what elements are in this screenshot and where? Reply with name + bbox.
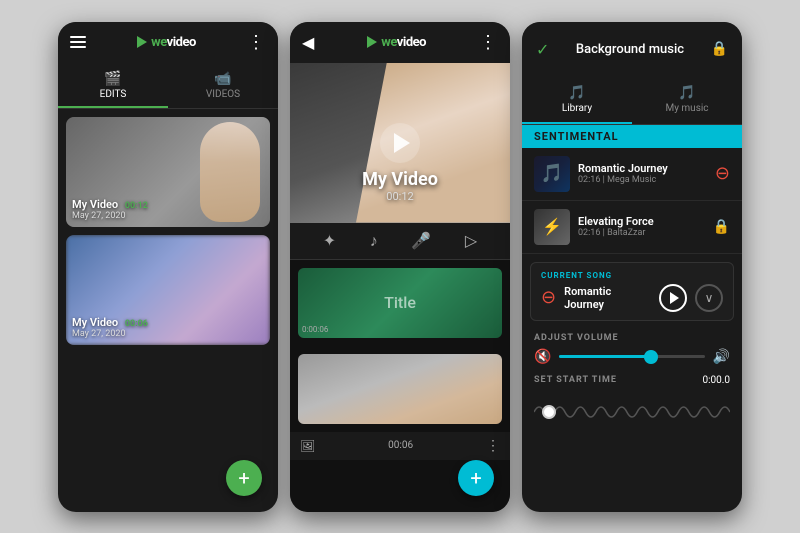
video-duration-2: 00:06 <box>125 319 148 329</box>
start-time-section: SET START TIME 0:00.0 <box>522 371 742 433</box>
video-title-1: My Video <box>72 198 118 211</box>
clip-bottom-bar: 🖼 00:06 ⋮ <box>290 432 510 460</box>
clip-more-icon[interactable]: ⋮ <box>486 438 500 454</box>
more-options-icon[interactable]: ⋮ <box>247 32 266 53</box>
phone1: wevideo ⋮ 🎬 EDITS 📹 VIDEOS My Video <box>58 22 278 512</box>
check-icon[interactable]: ✓ <box>536 40 549 59</box>
tab-edits[interactable]: 🎬 EDITS <box>58 63 168 108</box>
remove-song-1-button[interactable]: ⊖ <box>715 163 730 184</box>
set-start-time-label: SET START TIME <box>534 375 617 385</box>
volume-section: ADJUST VOLUME 🔇 🔊 <box>522 329 742 371</box>
add-fab-button[interactable]: + <box>226 460 262 496</box>
adjust-volume-label: ADJUST VOLUME <box>534 333 730 343</box>
video-info-1: My Video 00:12 May 27, 2020 <box>72 198 148 221</box>
play-triangle-icon <box>394 133 410 153</box>
export-icon[interactable]: ▷ <box>465 231 477 250</box>
mic-icon[interactable]: 🎤 <box>411 231 431 250</box>
play-button[interactable] <box>380 123 420 163</box>
music-info-2: Elevating Force 02:16 | BaltaZzar <box>578 215 705 238</box>
volume-fill <box>559 355 646 358</box>
video-duration-1: 00:12 <box>125 201 148 211</box>
current-song-row: ⊖ Romantic Journey ∨ <box>541 284 723 312</box>
phone3: ✓ Background music 🔒 🎵 Library 🎵 My musi… <box>522 22 742 512</box>
phone2-header: ◀ wevideo ⋮ <box>290 22 510 63</box>
logo-text-2: wevideo <box>381 35 426 50</box>
current-song-name: Romantic Journey <box>564 285 651 311</box>
song-label-2: BaltaZzar <box>607 228 645 238</box>
clip-duration-label: 00:06 <box>388 440 413 451</box>
song-duration-2: 02:16 <box>578 228 600 238</box>
video-main-title: My Video <box>290 169 510 190</box>
toolbar-row: ✦ ♪ 🎤 ▷ <box>290 223 510 260</box>
expand-button[interactable]: ∨ <box>695 284 723 312</box>
volume-low-icon: 🔇 <box>534 349 551 365</box>
volume-slider[interactable] <box>559 355 704 358</box>
remove-current-song-button[interactable]: ⊖ <box>541 287 556 308</box>
start-time-row: SET START TIME 0:00.0 <box>534 375 730 391</box>
song-name-2: Elevating Force <box>578 215 705 228</box>
clip-title-card[interactable]: Title 0:00:06 <box>298 268 502 338</box>
sparkle-icon[interactable]: ✦ <box>323 231 336 250</box>
music-item-2[interactable]: Elevating Force 02:16 | BaltaZzar 🔒 <box>522 201 742 254</box>
library-tab-icon: 🎵 <box>526 85 628 101</box>
lock-icon[interactable]: 🔒 <box>711 41 728 57</box>
music-item-1[interactable]: 🎵 Romantic Journey 02:16 | Mega Music ⊖ <box>522 148 742 201</box>
music-icon[interactable]: ♪ <box>370 231 378 251</box>
library-tab[interactable]: 🎵 Library <box>522 77 632 124</box>
video-preview[interactable]: My Video 00:12 <box>290 63 510 223</box>
video-card-1[interactable]: My Video 00:12 May 27, 2020 <box>66 117 270 227</box>
back-button[interactable]: ◀ <box>302 33 314 52</box>
hamburger-menu[interactable] <box>70 36 86 48</box>
video-date-2: May 27, 2020 <box>72 329 148 339</box>
phone1-header: wevideo ⋮ <box>58 22 278 63</box>
logo-play-icon-2 <box>367 36 377 48</box>
clip-title-text: Title <box>384 293 416 312</box>
wevideo-logo-2: wevideo <box>367 35 426 50</box>
videos-tab-icon: 📹 <box>172 71 274 87</box>
mymusic-tab[interactable]: 🎵 My music <box>632 77 742 124</box>
current-song-bar: CURRENT SONG ⊖ Romantic Journey ∨ <box>530 262 734 321</box>
start-time-value: 0:00.0 <box>702 375 730 391</box>
tab-videos[interactable]: 📹 VIDEOS <box>168 63 278 108</box>
song-label-1: Mega Music <box>607 175 656 185</box>
page-title: Background music <box>562 32 698 67</box>
video-main-duration: 00:12 <box>290 190 510 203</box>
song-name-1: Romantic Journey <box>578 162 707 175</box>
music-tabs: 🎵 Library 🎵 My music <box>522 77 742 125</box>
play-current-button[interactable] <box>659 284 687 312</box>
clip-time-label: 0:00:06 <box>302 325 328 334</box>
volume-thumb[interactable] <box>644 350 658 364</box>
waveform[interactable] <box>534 397 730 427</box>
current-song-label: CURRENT SONG <box>541 271 723 280</box>
logo-play-icon <box>137 36 147 48</box>
waveform-svg <box>534 397 730 427</box>
video-info-2: My Video 00:06 May 27, 2020 <box>72 316 148 339</box>
more-options-icon-2[interactable]: ⋮ <box>479 32 498 53</box>
image-icon: 🖼 <box>300 439 315 453</box>
video-date-1: May 27, 2020 <box>72 211 148 221</box>
add-fab-button-2[interactable]: + <box>458 460 494 496</box>
volume-high-icon: 🔊 <box>713 349 730 365</box>
logo-text: wevideo <box>151 35 196 50</box>
section-header: SENTIMENTAL <box>522 125 742 148</box>
lock-song-2-icon: 🔒 <box>713 219 730 235</box>
song-duration-1: 02:16 <box>578 175 600 185</box>
video-title-2: My Video <box>72 316 118 329</box>
video-title-overlay: My Video 00:12 <box>290 169 510 203</box>
edits-tab-icon: 🎬 <box>62 71 164 87</box>
phone3-header: ✓ Background music 🔒 <box>522 22 742 77</box>
mymusic-tab-icon: 🎵 <box>636 85 738 101</box>
tabs-bar: 🎬 EDITS 📹 VIDEOS <box>58 63 278 109</box>
volume-row: 🔇 🔊 <box>534 349 730 365</box>
waveform-scrubber[interactable] <box>542 405 556 419</box>
phone2: ◀ wevideo ⋮ My Video 00:12 ✦ ♪ 🎤 ▷ <box>290 22 510 512</box>
video-card-2[interactable]: My Video 00:06 May 27, 2020 <box>66 235 270 345</box>
wevideo-logo: wevideo <box>137 35 196 50</box>
song-thumb-2 <box>534 209 570 245</box>
video-list: My Video 00:12 May 27, 2020 My Video 00:… <box>58 109 278 512</box>
music-info-1: Romantic Journey 02:16 | Mega Music <box>578 162 707 185</box>
song-thumb-1: 🎵 <box>534 156 570 192</box>
clip-photo-card[interactable] <box>298 354 502 424</box>
play-icon <box>670 292 679 304</box>
